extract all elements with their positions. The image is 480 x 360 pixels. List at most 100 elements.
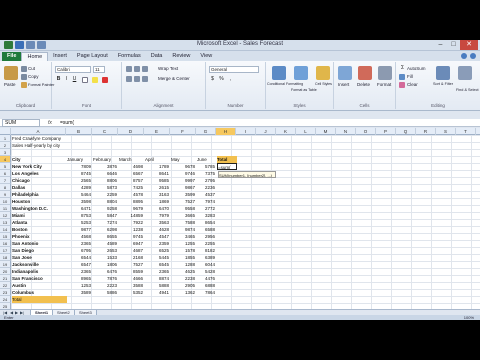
align-right-icon[interactable] [142,76,148,82]
tab-review[interactable]: Review [167,52,195,61]
cell-value[interactable]: 9558 [171,205,197,212]
cell-value[interactable]: 3665 [171,212,197,219]
cut-label[interactable]: Cut [28,66,35,71]
cell-value[interactable]: 7922 [119,219,145,226]
cell-value[interactable]: 7588 [171,219,197,226]
cell-value[interactable]: 3465 [171,233,197,240]
align-top-icon[interactable] [126,66,132,72]
cell-styles-label[interactable]: Cell Styles [315,82,332,86]
cell-value[interactable]: 4537 [197,191,217,198]
sort-filter-icon[interactable] [436,66,450,80]
cell-header[interactable]: January [67,156,93,163]
row-header[interactable]: 9 [0,191,11,198]
cell-value[interactable]: 2365 [67,240,93,247]
cell-value[interactable]: 4589 [93,240,119,247]
cell-value[interactable]: 6588 [197,226,217,233]
row-header[interactable]: 3 [0,149,11,156]
cell-value[interactable]: 1362 [171,289,197,296]
row-header[interactable]: 22 [0,282,11,289]
cell-city[interactable]: Washington D.C. [12,205,67,212]
cell-value[interactable]: 8745 [67,170,93,177]
align-left-icon[interactable] [126,76,132,82]
cell-value[interactable]: 6795 [67,247,93,254]
cell-value[interactable]: 9679 [119,205,145,212]
cell-value[interactable]: 6947 [119,240,145,247]
cell-value[interactable]: 6471 [67,205,93,212]
wrap-text-button[interactable]: Wrap Text [158,66,178,71]
cell-value[interactable]: 5428 [197,268,217,275]
cell-value[interactable]: 1789 [145,163,171,170]
bold-icon[interactable]: B [55,76,62,83]
cell-value[interactable]: 4698 [119,163,145,170]
cell-value[interactable]: 7979 [145,212,171,219]
cell-city[interactable]: Atlanta [12,219,67,226]
cell-value[interactable]: 6044 [197,261,217,268]
cell-value[interactable]: 8641 [145,170,171,177]
cell-value[interactable]: 8559 [119,268,145,275]
cell-value[interactable]: 5886 [93,289,119,296]
cell-city[interactable]: Jacksonville [12,261,67,268]
cell-city[interactable]: Dallas [12,184,67,191]
cell-value[interactable]: 1855 [171,254,197,261]
fill-label[interactable]: Fill [407,74,413,79]
cell-value[interactable]: 3598 [67,198,93,205]
cell-value[interactable]: 7809 [67,163,93,170]
cell-value[interactable]: 2565 [67,177,93,184]
maximize-icon[interactable]: □ [447,40,460,50]
insert-cells-icon[interactable] [338,66,352,80]
row-header[interactable]: 2 [0,142,11,149]
cell-header[interactable]: May [171,156,197,163]
row-header[interactable]: 5 [0,163,11,170]
cell-city[interactable]: Houston [12,198,67,205]
column-header-a[interactable]: A [11,128,66,135]
cell-value[interactable]: 8757 [119,177,145,184]
row-header[interactable]: 17 [0,247,11,254]
cell-value[interactable]: 2238 [171,275,197,282]
cell-value[interactable]: 1533 [93,254,119,261]
format-as-table-icon[interactable] [294,66,308,80]
cell-value[interactable]: 9678 [171,163,197,170]
cell-value[interactable]: 4578 [119,191,145,198]
format-painter-icon[interactable] [21,82,27,88]
cell-value[interactable]: 8804 [93,198,119,205]
cell-value[interactable]: 9877 [67,226,93,233]
cell-value[interactable]: 5445 [145,254,171,261]
cell-city[interactable]: Philadelphia [12,191,67,198]
sort-filter-label[interactable]: Sort & Filter [433,82,453,86]
row-header[interactable]: 10 [0,198,11,205]
fill-icon[interactable] [399,74,405,80]
tab-insert[interactable]: Insert [48,52,72,61]
tab-home[interactable]: Home [21,52,49,61]
cell-value[interactable]: 8895 [119,198,145,205]
autosum-icon[interactable]: Σ [399,65,406,72]
percent-icon[interactable]: % [218,76,225,83]
row-header[interactable]: 7 [0,177,11,184]
row-header[interactable]: 4 [0,156,11,163]
cell-header[interactable]: February [93,156,119,163]
select-all-corner[interactable] [0,128,11,135]
cell-city[interactable]: San Diego [12,247,67,254]
currency-icon[interactable]: $ [209,76,216,83]
cell-value[interactable]: 2772 [197,205,217,212]
cell-value[interactable]: 7527 [171,198,197,205]
cell-city[interactable]: Boston [12,226,67,233]
cell-value[interactable]: 8874 [145,275,171,282]
copy-icon[interactable] [21,74,27,80]
cell-total-row-label[interactable]: Total [12,296,67,303]
cell-value[interactable]: 5847 [93,212,119,219]
cell-value[interactable]: 5785 [197,163,217,170]
insert-function-icon[interactable]: fx [48,119,52,127]
cell-value[interactable]: 6544 [67,254,93,261]
cell-styles-icon[interactable] [316,66,330,80]
row-header[interactable]: 21 [0,275,11,282]
cell-value[interactable]: 7974 [197,198,217,205]
cell-value[interactable]: 3163 [145,191,171,198]
fill-color-icon[interactable] [92,77,98,83]
row-header[interactable]: 23 [0,289,11,296]
column-header-d[interactable]: D [118,128,144,135]
ribbon-minimize-icon[interactable] [470,53,476,59]
cell-value[interactable]: 7527 [119,261,145,268]
cell-value[interactable]: 9997 [171,177,197,184]
cell-value[interactable]: 1806 [93,261,119,268]
autosum-label[interactable]: AutoSum [407,66,426,71]
